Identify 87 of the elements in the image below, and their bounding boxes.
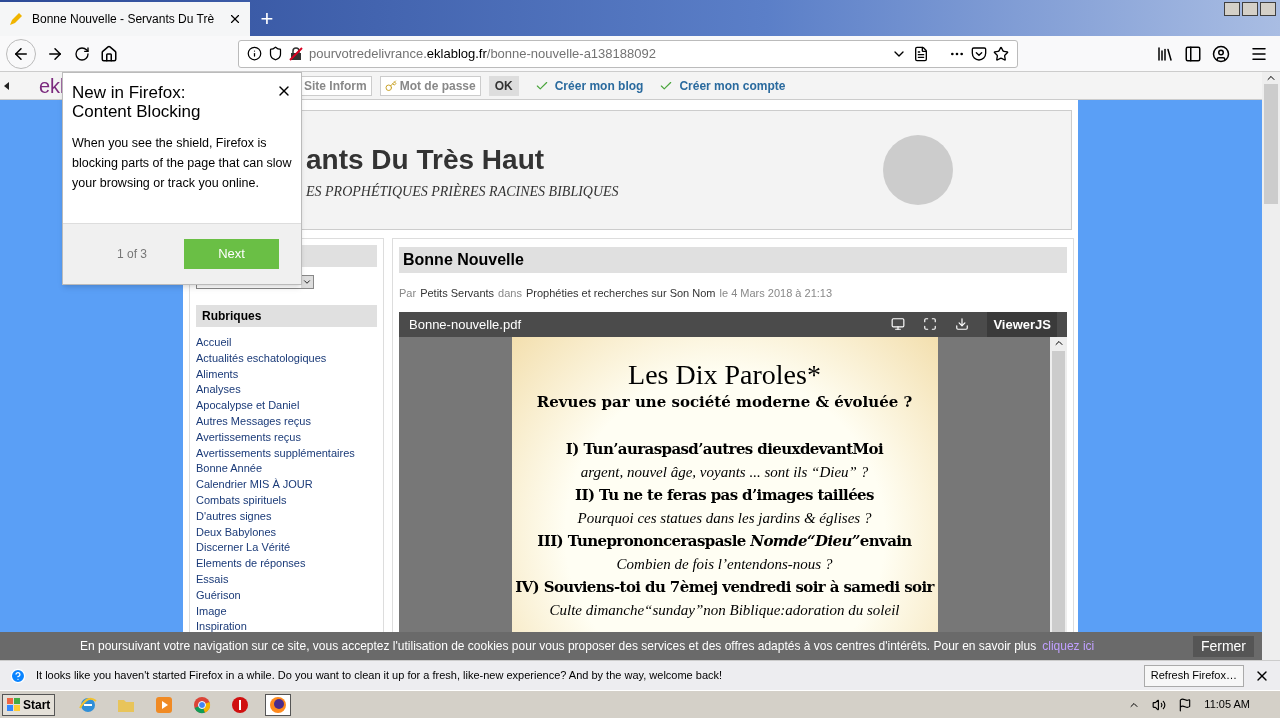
category-link[interactable]: Aliments [196,366,377,383]
toolbar-link[interactable]: Créer mon blog [534,76,644,95]
url-text: pourvotredelivrance.eklablog.fr/bonne-nouvelle-a138188092 [309,44,657,63]
sidebar-icon[interactable] [1184,44,1202,63]
browser-tab[interactable]: Bonne Nouvelle - Servants Du Trè [0,2,250,36]
flag-icon[interactable] [1178,697,1193,712]
crossed-lock-icon[interactable] [289,46,303,61]
reader-view-icon[interactable] [913,45,929,62]
category-link[interactable]: Image [196,603,377,620]
pencil-icon [8,11,24,27]
byline-text: dans [498,286,522,301]
page-scrollbar[interactable] [1262,72,1280,660]
close-banner-button[interactable]: Fermer [1192,635,1254,657]
category-link[interactable]: Apocalypse et Daniel [196,398,377,414]
volume-icon[interactable] [1152,697,1167,712]
close-icon[interactable] [228,12,242,26]
info-icon[interactable] [247,46,262,61]
account-icon[interactable] [1212,44,1230,63]
library-icon[interactable] [1156,44,1174,63]
blog-subtitle: ES PROPHÉTIQUES PRIÈRES RACINES BIBLIQUES [306,182,620,201]
byline-link[interactable]: Petits Servants [420,285,495,302]
commandment-text: IV) Souviens-toi du 7èmej vendredi soir à samedi soir [515,576,934,598]
toolbar-link[interactable]: Créer mon compte [659,76,786,95]
tab-title: Bonne Nouvelle - Servants Du Trè [32,11,216,28]
comment-text: Pourquoi ces statues dans les jardins & églises ? [577,508,872,528]
category-link[interactable]: Bonne Année [196,461,377,478]
popup-title: Content Blocking [72,102,202,121]
comment-text: Culte dimanche“sunday”non Biblique:adoration du soleil [549,600,900,620]
shield-icon[interactable] [268,46,283,61]
start-button[interactable]: Start [2,693,56,716]
ok-button[interactable]: OK [488,75,519,96]
category-link[interactable]: Avertissements supplémentaires [196,445,377,462]
category-link[interactable]: Guérison [196,587,377,604]
pdf-filename: Bonne-nouvelle.pdf [409,315,523,334]
scrollbar-thumb[interactable] [1264,84,1278,204]
minimize-icon[interactable] [1224,2,1240,16]
article-title: Bonne Nouvelle [399,247,1067,273]
reload-icon[interactable] [74,45,90,62]
document-subtitle: Revues par une société moderne & évoluée ? [536,392,913,413]
commandment-text: I) Tun’auraspasd’autres dieuxdevantMoi [565,438,884,460]
category-link[interactable]: D'autres signes [196,508,377,525]
windows-logo-icon [7,697,21,712]
popup-body: When you see the shield, Firefox is blocking parts of the page that can slow your browsing or track you online. [71,135,293,192]
category-link[interactable]: Avertissements reçus [196,429,377,446]
byline-link[interactable]: Prophéties et recherches sur Son Nom [525,285,716,302]
commandment-text: III) Tuneprononceraspasle Nomde“Dieu”envain [537,530,912,552]
category-link[interactable]: Combats spirituels [196,492,377,509]
text-field[interactable]: Site Inform [299,75,372,96]
category-link[interactable]: Discerner La Vérité [196,540,377,557]
document-title: Les Dix Paroles* [628,359,821,391]
download-icon[interactable] [955,317,970,332]
refresh-firefox-button[interactable]: Refresh Firefox… [1143,664,1244,687]
step-counter: 1 of 3 [117,246,149,263]
blog-title: ants Du Très Haut [306,142,546,177]
comment-text: Combien de fois l’entendons-nous ? [616,554,833,574]
category-link[interactable]: Actualités eschatologiques [196,350,377,367]
pocket-icon[interactable] [971,45,987,62]
category-link[interactable]: Accueil [196,335,377,351]
address-bar[interactable]: pourvotredelivrance.eklablog.fr/bonne-nouvelle-a138188092 [238,39,1018,68]
category-link[interactable]: Autres Messages reçus [196,414,377,430]
scroll-left-icon[interactable] [4,81,9,90]
close-window-icon[interactable] [1260,2,1276,16]
popup-title: New in Firefox: [72,83,187,102]
viewer-brand: ViewerJS [987,311,1057,337]
category-link[interactable]: Elements de réponses [196,556,377,572]
category-link[interactable]: Essais [196,571,377,588]
key-icon [384,79,397,92]
help-icon [10,667,26,684]
fullscreen-icon[interactable] [923,317,938,332]
cookie-text: En poursuivant votre navigation sur ce site, vous acceptez l'utilisation de cookies pour vous proposer des services et des offres adaptés à vos centres d'intérêts. Pour en savoir plus [80,638,1037,655]
byline-text: Par [399,286,417,301]
category-link[interactable]: Calendrier MIS À JOUR [196,477,377,493]
notification-text: It looks like you haven't started Firefox in a while. Do you want to clean it up for a fresh, like-new experience? And by the way, welcome back! [36,668,724,684]
star-icon[interactable] [993,45,1009,62]
sidebar-heading: Rubriques [196,305,377,327]
home-icon[interactable] [100,44,118,63]
presentation-icon[interactable] [891,317,906,332]
commandment-text: II) Tu ne te feras pas d’images taillées [575,484,874,506]
new-tab-button[interactable]: + [250,2,284,36]
byline-text: le 4 Mars 2018 à 21:13 [719,286,833,301]
category-link[interactable]: Inspiration [196,619,377,636]
clock: 11:05 AM [1204,697,1250,713]
category-link[interactable]: Deux Babylones [196,524,377,541]
category-link[interactable]: Analyses [196,382,377,399]
maximize-icon[interactable] [1242,2,1258,16]
comment-text: argent, nouvel âge, voyants ... sont ils “Dieu” ? [580,462,869,482]
text-field[interactable]: Mot de passe [379,75,481,96]
